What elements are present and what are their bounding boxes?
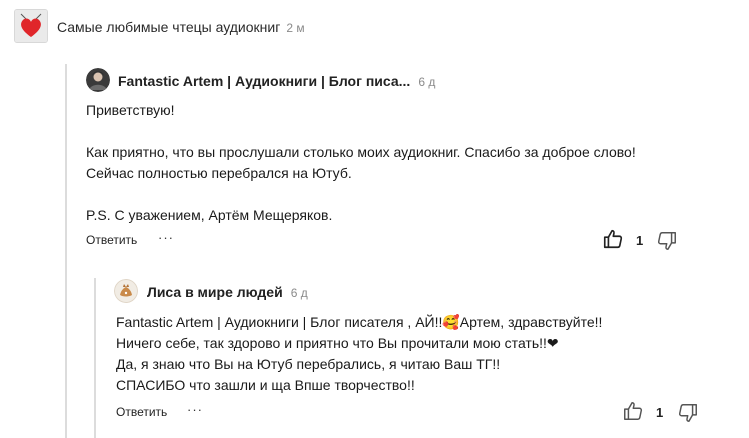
comment-time: 6 д [418,75,436,89]
author-avatar-icon [86,68,110,92]
reply-line: Fantastic Artem | Аудиокниги | Блог писа… [116,314,603,330]
like-icon[interactable] [622,400,644,422]
channel-avatar[interactable] [14,9,48,43]
comment-body: Приветствую! Как приятно, что вы прослуш… [86,100,636,226]
notification-title-text: Самые любимые чтецы аудиокниг [57,19,281,35]
thread-line [65,64,67,438]
fox-avatar-icon [114,279,138,303]
comment-line [86,184,636,205]
comment-line [86,121,636,142]
comment-line: Как приятно, что вы прослушали столько м… [86,144,636,160]
author-avatar[interactable] [86,68,110,92]
comment-line: P.S. С уважением, Артём Мещеряков. [86,207,333,223]
comment-author-name: Fantastic Artem | Аудиокниги | Блог писа… [118,73,411,89]
like-icon[interactable] [602,228,624,250]
notification-time: 2 м [286,21,305,35]
comment-line: Сейчас полностью перебрался на Ютуб. [86,165,352,181]
comment-author[interactable]: Fantastic Artem | Аудиокниги | Блог писа… [118,73,435,89]
reply-thread-line [94,278,96,438]
more-options-button[interactable]: ··· [187,402,203,417]
like-count: 1 [656,405,664,420]
reply-line: Да, я знаю что Вы на Ютуб перебрались, я… [116,356,501,372]
dislike-icon[interactable] [656,230,678,252]
reply-body: Fantastic Artem | Аудиокниги | Блог писа… [116,312,602,396]
reply-author-name: Лиса в мире людей [147,284,283,300]
reply-time: 6 д [290,286,308,300]
dislike-icon[interactable] [677,402,699,424]
reply-author[interactable]: Лиса в мире людей 6 д [147,284,308,300]
more-options-button[interactable]: ··· [158,230,174,245]
notification-title[interactable]: Самые любимые чтецы аудиокниг 2 м [57,19,305,35]
heart-icon [15,10,47,42]
reply-line: СПАСИБО что зашли и ща Впше творчество!! [116,377,415,393]
reply-button[interactable]: Ответить [116,405,167,419]
reply-author-avatar[interactable] [114,279,138,303]
reply-line: Ничего себе, так здорово и приятно что В… [116,335,559,351]
reply-button[interactable]: Ответить [86,233,137,247]
like-count: 1 [636,233,644,248]
comment-line: Приветствую! [86,102,175,118]
